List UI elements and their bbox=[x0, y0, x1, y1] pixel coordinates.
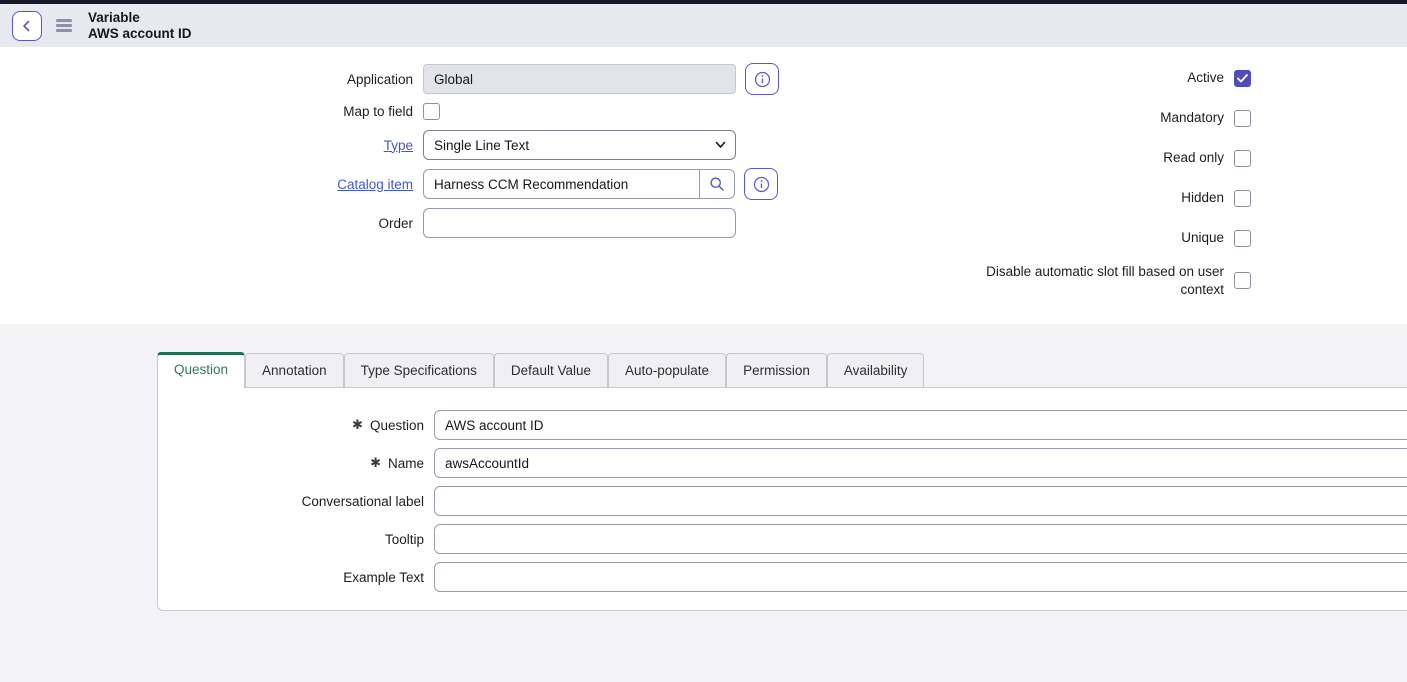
mandatory-checkbox[interactable] bbox=[1234, 110, 1251, 127]
tab-default-value[interactable]: Default Value bbox=[494, 353, 608, 387]
unique-label: Unique bbox=[1181, 229, 1224, 247]
unique-row: Unique bbox=[800, 223, 1251, 253]
page-title: Variable AWS account ID bbox=[88, 10, 192, 42]
form-right-column: Active Mandatory Read only Hidden Unique bbox=[800, 63, 1407, 324]
question-row: ✱ Question bbox=[158, 410, 1407, 440]
map-to-field-row: Map to field bbox=[0, 103, 800, 120]
example-text-field[interactable] bbox=[434, 562, 1407, 592]
question-tab-panel: ✱ Question ✱ Name Conversational label T… bbox=[157, 387, 1407, 611]
tab-auto-populate[interactable]: Auto-populate bbox=[608, 353, 726, 387]
record-title-label: AWS account ID bbox=[88, 26, 192, 42]
required-icon: ✱ bbox=[370, 455, 381, 471]
hidden-label: Hidden bbox=[1181, 189, 1224, 207]
question-field[interactable] bbox=[434, 410, 1407, 440]
tab-type-specifications[interactable]: Type Specifications bbox=[344, 353, 494, 387]
search-icon bbox=[709, 176, 725, 192]
order-label: Order bbox=[0, 216, 423, 231]
active-label: Active bbox=[1187, 69, 1224, 87]
application-label: Application bbox=[0, 72, 423, 87]
tooltip-row: Tooltip bbox=[158, 524, 1407, 554]
catalog-item-field[interactable] bbox=[423, 169, 700, 199]
name-field[interactable] bbox=[434, 448, 1407, 478]
form-left-column: Application Map to field Type Single Lin… bbox=[0, 63, 800, 324]
active-checkbox[interactable] bbox=[1234, 70, 1251, 87]
application-info-button[interactable] bbox=[745, 63, 779, 95]
hidden-checkbox[interactable] bbox=[1234, 190, 1251, 207]
read-only-row: Read only bbox=[800, 143, 1251, 173]
map-to-field-checkbox[interactable] bbox=[423, 103, 440, 120]
back-button[interactable] bbox=[12, 11, 42, 41]
catalog-item-lookup-button[interactable] bbox=[699, 169, 735, 199]
chevron-left-icon bbox=[21, 20, 33, 32]
variable-form: Application Map to field Type Single Lin… bbox=[0, 47, 1407, 324]
catalog-item-info-button[interactable] bbox=[744, 168, 778, 200]
info-icon bbox=[753, 176, 770, 193]
record-type-label: Variable bbox=[88, 10, 192, 26]
name-label: ✱ Name bbox=[158, 455, 434, 471]
tab-permission[interactable]: Permission bbox=[726, 353, 827, 387]
active-row: Active bbox=[800, 63, 1251, 93]
type-row: Type Single Line Text bbox=[0, 130, 800, 160]
order-field[interactable] bbox=[423, 208, 736, 238]
mandatory-label: Mandatory bbox=[1160, 109, 1224, 127]
related-tabs-section: Question Annotation Type Specifications … bbox=[0, 324, 1407, 682]
disable-slot-fill-checkbox[interactable] bbox=[1234, 272, 1251, 289]
question-label: ✱ Question bbox=[158, 417, 434, 433]
conversational-label-row: Conversational label bbox=[158, 486, 1407, 516]
info-icon bbox=[754, 71, 771, 88]
type-select[interactable]: Single Line Text bbox=[423, 130, 736, 160]
name-row: ✱ Name bbox=[158, 448, 1407, 478]
tab-availability[interactable]: Availability bbox=[827, 353, 925, 387]
example-text-label: Example Text bbox=[158, 570, 434, 585]
application-field[interactable] bbox=[423, 64, 736, 94]
read-only-checkbox[interactable] bbox=[1234, 150, 1251, 167]
order-row: Order bbox=[0, 208, 800, 238]
tooltip-label: Tooltip bbox=[158, 532, 434, 547]
type-label-link[interactable]: Type bbox=[0, 138, 423, 153]
tab-question[interactable]: Question bbox=[157, 352, 245, 388]
unique-checkbox[interactable] bbox=[1234, 230, 1251, 247]
mandatory-row: Mandatory bbox=[800, 103, 1251, 133]
tooltip-field[interactable] bbox=[434, 524, 1407, 554]
conversational-label-label: Conversational label bbox=[158, 494, 434, 509]
disable-slot-fill-label: Disable automatic slot fill based on use… bbox=[979, 263, 1224, 298]
hidden-row: Hidden bbox=[800, 183, 1251, 213]
disable-slot-fill-row: Disable automatic slot fill based on use… bbox=[800, 263, 1251, 298]
catalog-item-label-link[interactable]: Catalog item bbox=[0, 177, 423, 192]
type-select-wrap: Single Line Text bbox=[423, 130, 736, 160]
tab-strip: Question Annotation Type Specifications … bbox=[157, 352, 1407, 387]
read-only-label: Read only bbox=[1163, 149, 1224, 167]
app-header: Variable AWS account ID bbox=[0, 4, 1407, 47]
tab-annotation[interactable]: Annotation bbox=[245, 353, 344, 387]
catalog-item-row: Catalog item bbox=[0, 168, 800, 200]
map-to-field-label: Map to field bbox=[0, 104, 423, 119]
application-row: Application bbox=[0, 63, 800, 95]
form-context-menu-icon[interactable] bbox=[56, 19, 72, 32]
required-icon: ✱ bbox=[352, 417, 363, 433]
conversational-label-field[interactable] bbox=[434, 486, 1407, 516]
example-text-row: Example Text bbox=[158, 562, 1407, 592]
